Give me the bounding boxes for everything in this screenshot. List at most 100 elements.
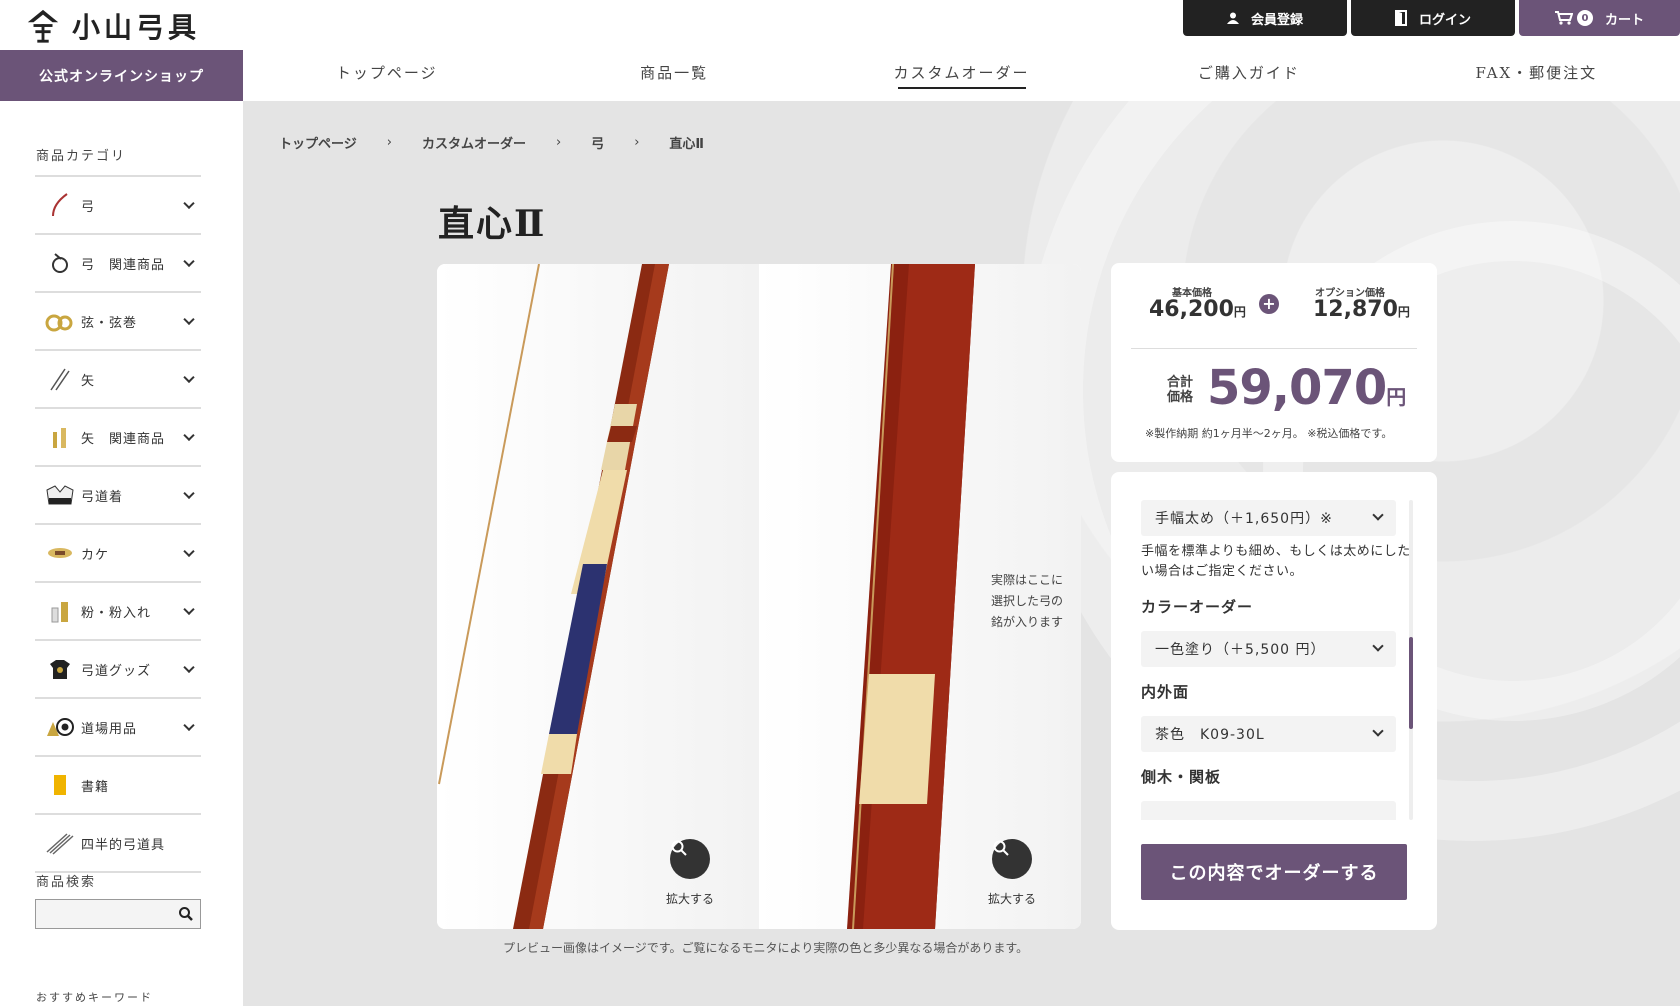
bow-icon [45, 192, 75, 218]
category-list: 弓 弓 関連商品 弦・弦巻 矢 矢 関連商品 弓道着 カケ 粉・粉入れ 弓道グッ… [35, 175, 201, 873]
category-label: 粉・粉入れ [81, 605, 152, 621]
register-button[interactable]: 会員登録 [1183, 0, 1347, 36]
main-content: トップページ › カスタムオーダー › 弓 › 直心Ⅱ 直心Ⅱ 拡大する 実際は… [243, 101, 1680, 1006]
zoom-label: 拡大する [988, 892, 1037, 906]
top-buttons: 会員登録 ログイン 0 カート [1183, 0, 1680, 36]
bow-preview: 拡大する 実際はここに 選択した弓の 銘が入ります 拡大する [437, 264, 1081, 929]
chevron-down-icon [183, 487, 195, 500]
total-price-label: 合計 価格 [1167, 375, 1193, 405]
category-label: 弓道グッズ [81, 663, 152, 679]
grip-width-select[interactable]: 手幅太め（＋1,650円）※ [1141, 500, 1396, 536]
logo-text: 小山弓具 [72, 11, 201, 44]
category-label: 道場用品 [81, 721, 138, 737]
sidebar: 商品カテゴリ 弓 弓 関連商品 弦・弦巻 矢 矢 関連商品 弓道着 カケ 粉・粉… [0, 101, 243, 1006]
nav-fax-order[interactable]: FAX・郵便注文 [1393, 44, 1680, 101]
bow-grip-image [438, 264, 669, 929]
breadcrumb-bow[interactable]: 弓 [591, 133, 604, 152]
category-label: 矢 関連商品 [81, 431, 166, 447]
chevron-down-icon [183, 661, 195, 674]
category-label: 弓道着 [81, 489, 124, 505]
zoom-button[interactable] [992, 839, 1032, 879]
inner-outer-value: 茶色 K09-30L [1155, 727, 1265, 743]
chevron-down-icon [183, 255, 195, 268]
category-label: 矢 [81, 373, 96, 389]
category-item[interactable]: 粉・粉入れ [35, 583, 201, 641]
chevron-down-icon [183, 429, 195, 442]
shop-badge: 公式オンラインショップ [0, 50, 243, 101]
keywords-title: おすすめキーワード [36, 991, 153, 1004]
chevron-down-icon [183, 197, 195, 210]
category-item[interactable]: 書籍 [35, 757, 201, 815]
breadcrumb-separator: › [386, 135, 392, 150]
chevron-down-icon [183, 371, 195, 384]
category-label: 弦・弦巻 [81, 315, 138, 331]
option-price-value: 12,870 [1313, 297, 1398, 322]
options-scroll-area[interactable]: 手幅太め（＋1,650円）※ 手幅を標準よりも細め、もしくは太めにしたい場合はご… [1141, 500, 1411, 820]
goods-icon [45, 656, 75, 682]
base-price-value: 46,200 [1149, 297, 1234, 322]
search-title: 商品検索 [36, 875, 97, 890]
cart-icon [1554, 11, 1573, 25]
category-item[interactable]: 弦・弦巻 [35, 293, 201, 351]
category-item[interactable]: 矢 [35, 351, 201, 409]
nav-guide[interactable]: ご購入ガイド [1105, 44, 1392, 101]
zoom-button[interactable] [670, 839, 710, 879]
string-icon [45, 308, 75, 334]
glove-icon [45, 540, 75, 566]
category-item[interactable]: 弓道グッズ [35, 641, 201, 699]
nav-products[interactable]: 商品一覧 [530, 44, 817, 101]
name-placement-note: 実際はここに 選択した弓の 銘が入ります [991, 570, 1063, 633]
preview-pane-name[interactable]: 実際はここに 選択した弓の 銘が入ります 拡大する [759, 264, 1081, 929]
site-logo[interactable]: 小山弓具 [24, 6, 200, 46]
nav-custom-order[interactable]: カスタムオーダー [818, 44, 1105, 101]
order-button[interactable]: この内容でオーダーする [1141, 844, 1407, 900]
chevron-down-icon [183, 545, 195, 558]
category-title: 商品カテゴリ [36, 149, 127, 164]
name-note-text: 実際はここに 選択した弓の 銘が入ります [990, 573, 1063, 629]
cart-label: カート [1604, 12, 1644, 28]
login-label: ログイン [1418, 12, 1471, 28]
options-card: 手幅太め（＋1,650円）※ 手幅を標準よりも細め、もしくは太めにしたい場合はご… [1111, 472, 1437, 930]
color-order-select[interactable]: 一色塗り（＋5,500 円） [1141, 631, 1396, 667]
category-item[interactable]: 矢 関連商品 [35, 409, 201, 467]
category-label: 弓 関連商品 [81, 257, 166, 273]
breadcrumb-custom-order[interactable]: カスタムオーダー [422, 133, 526, 152]
category-item[interactable]: 弓 関連商品 [35, 235, 201, 293]
chevron-down-icon [1372, 640, 1384, 652]
options-scrollbar-thumb[interactable] [1409, 637, 1413, 729]
category-label: 書籍 [81, 779, 110, 795]
base-price-unit: 円 [1233, 305, 1246, 319]
category-item[interactable]: 弓 [35, 177, 201, 235]
cart-count-badge: 0 [1576, 10, 1593, 26]
product-title: 直心Ⅱ [438, 203, 547, 245]
category-item[interactable]: 弓道着 [35, 467, 201, 525]
search-icon[interactable] [178, 906, 194, 922]
shihanmato-icon [45, 830, 75, 856]
color-order-value: 一色塗り（＋5,500 円） [1155, 642, 1326, 658]
category-item[interactable]: カケ [35, 525, 201, 583]
total-label-line2: 価格 [1167, 390, 1194, 405]
side-wood-select[interactable] [1141, 801, 1396, 820]
base-price: 46,200円 [1149, 297, 1246, 322]
breadcrumb: トップページ › カスタムオーダー › 弓 › 直心Ⅱ [279, 133, 704, 152]
option-price: 12,870円 [1313, 297, 1410, 322]
uniform-icon [45, 482, 75, 508]
category-item[interactable]: 道場用品 [35, 699, 201, 757]
preview-pane-grip[interactable]: 拡大する [437, 264, 759, 929]
delivery-note: ※製作納期 約1ヶ月半〜2ヶ月。 ※税込価格です。 [1145, 427, 1393, 440]
inner-outer-select[interactable]: 茶色 K09-30L [1141, 716, 1396, 752]
cart-button[interactable]: 0 カート [1519, 0, 1680, 36]
book-icon [45, 772, 75, 798]
price-divider [1131, 348, 1417, 349]
breadcrumb-separator: › [555, 135, 562, 150]
login-button[interactable]: ログイン [1351, 0, 1515, 36]
register-label: 会員登録 [1250, 12, 1303, 28]
plus-icon: + [1259, 294, 1279, 314]
grip-width-value: 手幅太め（＋1,650円）※ [1155, 511, 1333, 527]
nav-top[interactable]: トップページ [243, 44, 530, 101]
breadcrumb-current: 直心Ⅱ [669, 137, 704, 152]
search-input[interactable] [35, 899, 201, 929]
breadcrumb-top[interactable]: トップページ [279, 133, 357, 152]
category-item[interactable]: 四半的弓道具 [35, 815, 201, 873]
total-price-value: 59,070 [1207, 360, 1387, 416]
